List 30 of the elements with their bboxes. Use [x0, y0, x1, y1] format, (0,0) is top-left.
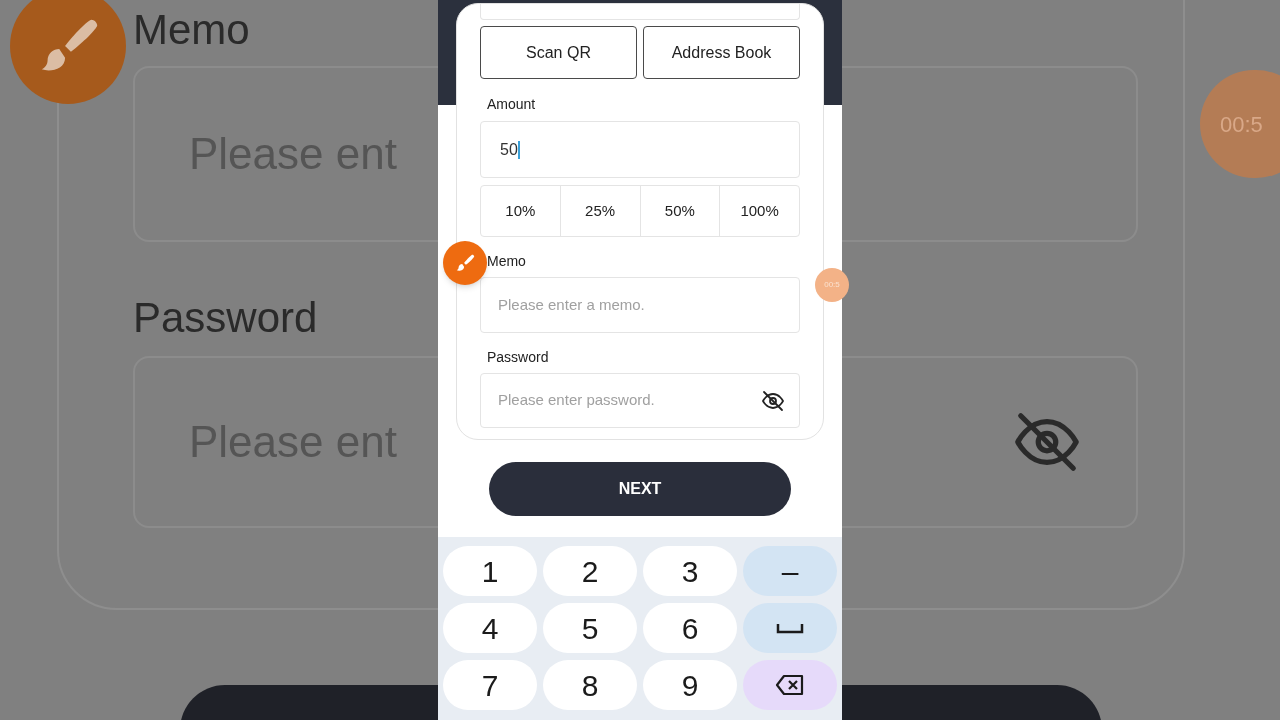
digit-key[interactable]: 6: [643, 603, 737, 653]
recipient-field[interactable]: [480, 4, 800, 20]
password-label: Password: [133, 293, 319, 343]
scan-qr-button[interactable]: Scan QR: [480, 26, 637, 79]
next-button[interactable]: NEXT: [489, 462, 791, 516]
backspace-icon: [775, 673, 805, 697]
brush-button[interactable]: [443, 241, 487, 285]
memo-label: Memo: [133, 5, 251, 55]
digit-key[interactable]: 7: [443, 660, 537, 710]
digit-key[interactable]: 9: [643, 660, 737, 710]
digit-key[interactable]: 4: [443, 603, 537, 653]
digit-key[interactable]: 1: [443, 546, 537, 596]
backspace-key[interactable]: [743, 660, 837, 710]
eye-slash-icon[interactable]: [761, 388, 785, 413]
percent-option[interactable]: 100%: [719, 186, 799, 236]
memo-label: Memo: [487, 252, 527, 271]
space-icon: [776, 622, 804, 634]
digit-key[interactable]: 3: [643, 546, 737, 596]
digit-key[interactable]: 8: [543, 660, 637, 710]
digit-key[interactable]: 2: [543, 546, 637, 596]
password-label: Password: [487, 348, 550, 367]
digit-key[interactable]: 5: [543, 603, 637, 653]
text-cursor: [517, 140, 520, 159]
percent-option[interactable]: 50%: [639, 186, 720, 236]
minus-key[interactable]: –: [743, 546, 837, 596]
percent-option[interactable]: 25%: [559, 186, 640, 236]
percent-option[interactable]: 10%: [481, 186, 560, 236]
amount-label: Amount: [487, 95, 537, 114]
amount-field[interactable]: 50: [480, 121, 800, 178]
address-book-button[interactable]: Address Book: [643, 26, 800, 79]
